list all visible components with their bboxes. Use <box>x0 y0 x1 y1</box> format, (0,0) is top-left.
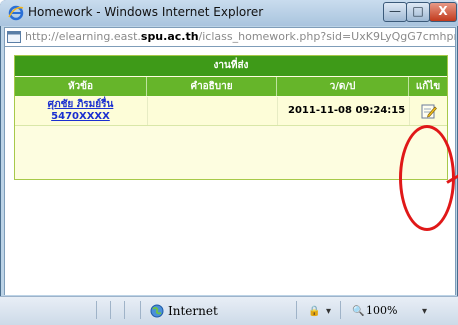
header-date: ว/ด/ป <box>277 77 409 96</box>
globe-icon <box>150 304 164 318</box>
close-button[interactable]: X <box>429 2 457 22</box>
zoom-dropdown-icon[interactable]: ▾ <box>422 306 427 317</box>
student-id-link[interactable]: 5470XXXX <box>15 111 146 123</box>
page-icon <box>7 31 21 43</box>
dropdown-arrow-icon[interactable]: ▾ <box>326 306 331 317</box>
cell-topic: ศุภชัย ภิรมย์รื่น 5470XXXX <box>15 97 146 125</box>
title-bar[interactable]: Homework - Windows Internet Explorer — □… <box>0 0 458 26</box>
edit-icon[interactable] <box>421 103 437 119</box>
cell-description <box>147 97 277 125</box>
protected-mode-icon[interactable]: 🔒 <box>308 306 320 317</box>
header-topic: หัวข้อ <box>15 77 147 96</box>
status-separator <box>296 301 297 319</box>
url-domain: spu.ac.th <box>140 30 199 43</box>
minimize-button[interactable]: — <box>383 2 407 22</box>
header-edit: แก้ไข <box>415 81 441 92</box>
status-separator <box>110 301 111 319</box>
page-content: งานที่ส่ง หัวข้อ คำอธิบาย ว/ด/ป แก้ไข ศุ… <box>4 47 458 295</box>
zoom-icon[interactable]: 🔍 <box>352 306 364 317</box>
annotation-circle <box>399 125 455 231</box>
status-bar: Internet 🔒 ▾ 🔍 100% ▾ <box>0 296 458 325</box>
table-title: งานที่ส่ง <box>15 56 447 76</box>
homework-table: งานที่ส่ง หัวข้อ คำอธิบาย ว/ด/ป แก้ไข ศุ… <box>14 55 448 180</box>
table-header-row: หัวข้อ คำอธิบาย ว/ด/ป แก้ไข <box>15 77 447 96</box>
status-separator <box>96 301 97 319</box>
window-title: Homework - Windows Internet Explorer <box>28 5 264 19</box>
submission-date: 2011-11-08 09:24:15 <box>288 105 406 116</box>
student-name-link[interactable]: ศุภชัย ภิรมย์รื่น <box>15 99 146 111</box>
zoom-level[interactable]: 100% <box>366 304 397 317</box>
url-prefix: http://elearning.east. <box>25 30 141 43</box>
status-separator <box>340 301 341 319</box>
status-separator <box>140 301 141 319</box>
url-suffix: /iclass_homework.php?sid=UxK9LyQgG7cmhpm… <box>198 30 456 43</box>
status-separator <box>124 301 125 319</box>
internet-explorer-icon <box>8 5 24 21</box>
browser-window: Homework - Windows Internet Explorer — □… <box>0 0 458 325</box>
address-bar[interactable]: http://elearning.east.spu.ac.th/iclass_h… <box>4 27 456 47</box>
header-description: คำอธิบาย <box>147 77 277 96</box>
maximize-button[interactable]: □ <box>406 2 430 22</box>
security-zone-label: Internet <box>168 304 218 318</box>
url-text: http://elearning.east.spu.ac.th/iclass_h… <box>25 28 456 46</box>
cell-date: 2011-11-08 09:24:15 <box>277 97 409 125</box>
table-row: ศุภชัย ภิรมย์รื่น 5470XXXX 2011-11-08 09… <box>15 97 447 126</box>
cell-edit <box>409 97 448 125</box>
